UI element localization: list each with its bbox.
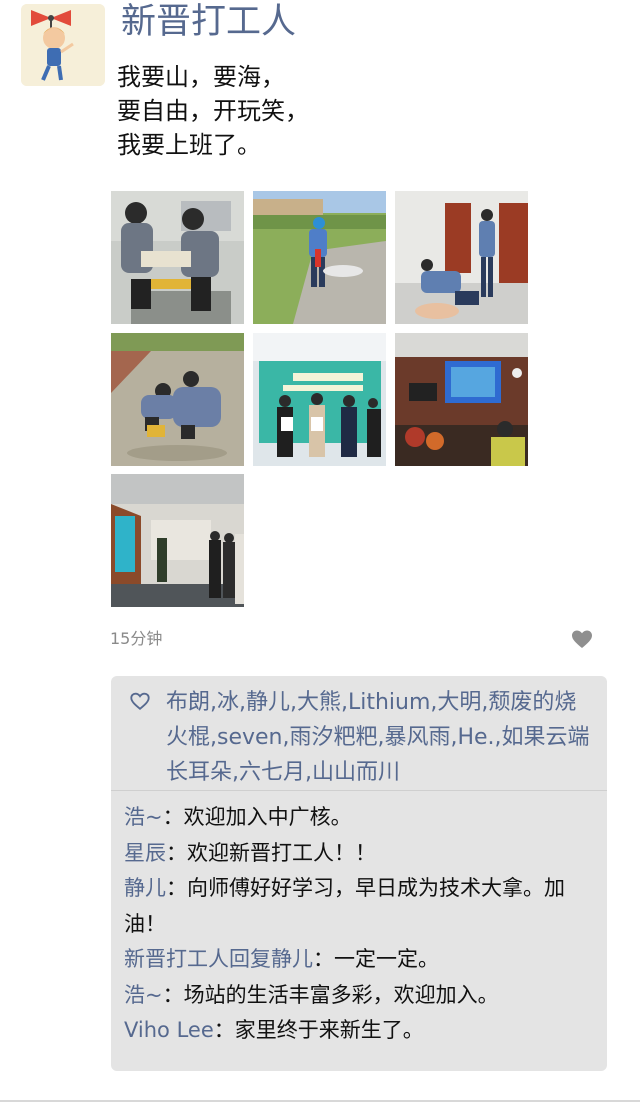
comment-separator: ： <box>213 1018 235 1042</box>
heart-outline-icon <box>130 692 150 710</box>
comment-text: 欢迎加入中广核。 <box>183 805 352 829</box>
comment-author[interactable]: 静儿 <box>124 876 166 900</box>
comment[interactable]: Viho Lee：家里终于来新生了。 <box>124 1013 599 1049</box>
comment-author[interactable]: 新晋打工人回复静儿 <box>124 947 313 971</box>
post-text-line: 我要上班了。 <box>117 131 261 159</box>
photo-3[interactable] <box>395 191 528 324</box>
like-button[interactable] <box>570 627 594 651</box>
post-time: 15分钟 <box>110 629 163 648</box>
comment-separator: ： <box>166 876 187 900</box>
comment-separator: ： <box>162 982 184 1007</box>
likes-names[interactable]: 布朗,冰,静儿,大熊,Lithium,大明,颓废的烧火棍,seven,雨汐粑粑,… <box>166 685 597 790</box>
comments-list: 浩~：欢迎加入中广核。 星辰：欢迎新晋打工人！！ 静儿：向师傅好好学习，早日成为… <box>124 800 599 1049</box>
comment[interactable]: 静儿：向师傅好好学习，早日成为技术大拿。加油！ <box>124 871 599 942</box>
social-box: 布朗,冰,静儿,大熊,Lithium,大明,颓废的烧火棍,seven,雨汐粑粑,… <box>111 676 607 1071</box>
heart-filled-icon <box>572 630 592 648</box>
photo-7[interactable] <box>111 474 244 607</box>
comment-author[interactable]: 浩~ <box>124 983 163 1007</box>
divider <box>111 790 607 791</box>
post-text-line: 我要山，要海， <box>117 63 285 91</box>
comment[interactable]: 新晋打工人回复静儿：一定一定。 <box>124 942 599 978</box>
comment-text: 场站的生活丰富多彩，欢迎加入。 <box>183 982 499 1007</box>
post-text: 我要山，要海， 要自由，开玩笑， 我要上班了。 <box>117 60 597 162</box>
photo-4[interactable] <box>111 333 244 466</box>
comment-author[interactable]: Viho Lee <box>124 1018 214 1042</box>
comment-author[interactable]: 星辰 <box>124 841 166 865</box>
comment-separator: ： <box>162 805 184 829</box>
photo-5[interactable] <box>253 333 386 466</box>
avatar[interactable] <box>21 4 105 86</box>
likes-section: 布朗,冰,静儿,大熊,Lithium,大明,颓废的烧火棍,seven,雨汐粑粑,… <box>127 685 597 790</box>
cartoon-avatar-icon <box>21 4 105 86</box>
comment-text: 欢迎新晋打工人！！ <box>187 840 376 865</box>
photo-1[interactable] <box>111 191 244 324</box>
comment[interactable]: 浩~：场站的生活丰富多彩，欢迎加入。 <box>124 978 599 1014</box>
comment-text: 一定一定。 <box>334 947 439 971</box>
comment[interactable]: 浩~：欢迎加入中广核。 <box>124 800 599 836</box>
comment[interactable]: 星辰：欢迎新晋打工人！！ <box>124 836 599 872</box>
comment-separator: ： <box>313 947 334 971</box>
post-text-line: 要自由，开玩笑， <box>117 97 309 125</box>
comment-author[interactable]: 浩~ <box>124 805 163 829</box>
comment-text: 家里终于来新生了。 <box>234 1018 424 1042</box>
comment-text: 向师傅好好学习，早日成为技术大拿。加油！ <box>124 876 565 936</box>
photo-6[interactable] <box>395 333 528 466</box>
photo-2[interactable] <box>253 191 386 324</box>
comment-separator: ： <box>166 840 187 865</box>
username[interactable]: 新晋打工人 <box>121 0 296 44</box>
